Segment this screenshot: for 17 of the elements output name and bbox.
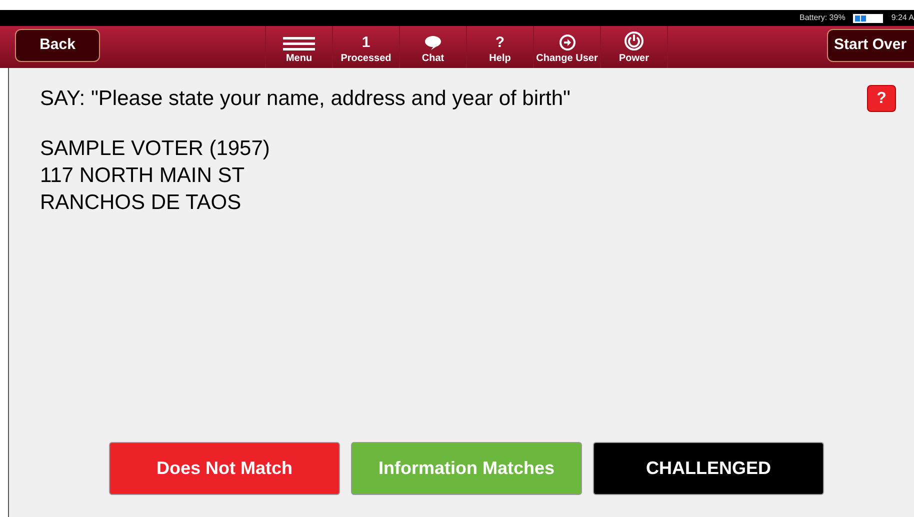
- action-button[interactable]: Does Not Match: [109, 442, 340, 495]
- battery-label: Battery: 39%: [800, 12, 846, 24]
- back-button[interactable]: Back: [15, 29, 100, 62]
- start-over-button[interactable]: Start Over: [827, 29, 914, 62]
- power-icon: [624, 31, 644, 51]
- speech-bubble-icon: [424, 35, 442, 51]
- instruction-text: SAY: "Please state your name, address and year of birth": [40, 86, 570, 112]
- voter-info-line: RANCHOS DE TAOS: [40, 190, 242, 216]
- action-button[interactable]: CHALLENGED: [593, 442, 824, 495]
- menu-icon: [283, 37, 315, 51]
- battery-icon: [853, 14, 884, 22]
- voter-info-line: SAMPLE VOTER (1957): [40, 136, 271, 162]
- voter-info-line: 117 NORTH MAIN ST: [40, 162, 246, 188]
- clock-time: 9:24 A: [891, 12, 914, 24]
- help-button[interactable]: ?: [867, 85, 896, 112]
- toolbar-symbol: ?: [495, 35, 505, 51]
- toolbar-symbol: 1: [362, 35, 370, 51]
